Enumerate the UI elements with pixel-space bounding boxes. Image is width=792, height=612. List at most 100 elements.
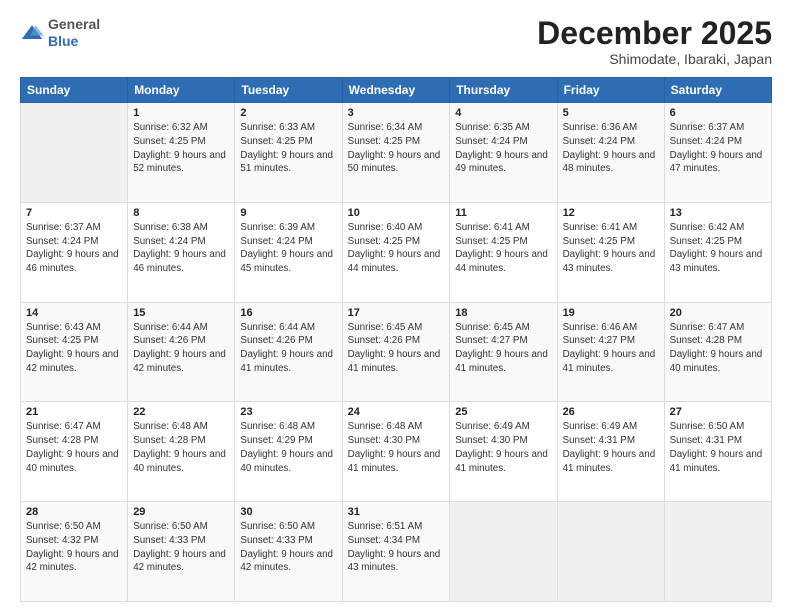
calendar-header-monday: Monday [128,78,235,103]
calendar-cell [664,502,771,602]
day-number: 13 [670,207,766,219]
calendar-cell: 20 Sunrise: 6:47 AMSunset: 4:28 PMDayligh… [664,302,771,402]
calendar-cell: 31 Sunrise: 6:51 AMSunset: 4:34 PMDayligh… [342,502,450,602]
calendar-cell: 15Sunrise: 6:44 AMSunset: 4:26 PMDayligh… [128,302,235,402]
day-info: Sunrise: 6:36 AMSunset: 4:24 PMDaylight:… [563,121,659,176]
calendar-header-friday: Friday [557,78,664,103]
day-number: 29 [133,506,229,518]
day-number: 1 [133,107,229,119]
calendar-cell: 10 Sunrise: 6:40 AMSunset: 4:25 PMDayligh… [342,202,450,302]
day-number: 22 [133,406,229,418]
day-number: 3 [348,107,445,119]
day-number: 20 [670,307,766,319]
calendar-cell: 3 Sunrise: 6:34 AMSunset: 4:25 PMDaylight… [342,103,450,203]
logo-icon [20,23,44,43]
day-info: Sunrise: 6:50 AMSunset: 4:32 PMDaylight:… [26,520,122,575]
calendar-cell: 30 Sunrise: 6:50 AMSunset: 4:33 PMDayligh… [235,502,342,602]
calendar-cell: 21 Sunrise: 6:47 AMSunset: 4:28 PMDayligh… [21,402,128,502]
calendar-cell: 9 Sunrise: 6:39 AMSunset: 4:24 PMDaylight… [235,202,342,302]
day-number: 31 [348,506,445,518]
calendar-cell: 19 Sunrise: 6:46 AMSunset: 4:27 PMDayligh… [557,302,664,402]
calendar-header-wednesday: Wednesday [342,78,450,103]
calendar-cell: 8 Sunrise: 6:38 AMSunset: 4:24 PMDaylight… [128,202,235,302]
calendar-cell [21,103,128,203]
day-number: 12 [563,207,659,219]
logo-blue: Blue [48,33,78,49]
header: General Blue December 2025 Shimodate, Ib… [20,16,772,67]
calendar-cell: 5 Sunrise: 6:36 AMSunset: 4:24 PMDaylight… [557,103,664,203]
day-number: 6 [670,107,766,119]
calendar-cell: 14Sunrise: 6:43 AMSunset: 4:25 PMDayligh… [21,302,128,402]
day-info: Sunrise: 6:40 AMSunset: 4:25 PMDaylight:… [348,221,445,276]
day-info: Sunrise: 6:50 AMSunset: 4:33 PMDaylight:… [240,520,336,575]
calendar-cell: 4 Sunrise: 6:35 AMSunset: 4:24 PMDaylight… [450,103,557,203]
calendar-cell: 25Sunrise: 6:49 AMSunset: 4:30 PMDayligh… [450,402,557,502]
calendar-cell: 7 Sunrise: 6:37 AMSunset: 4:24 PMDaylight… [21,202,128,302]
calendar-cell: 6 Sunrise: 6:37 AMSunset: 4:24 PMDaylight… [664,103,771,203]
calendar-cell: 27 Sunrise: 6:50 AMSunset: 4:31 PMDayligh… [664,402,771,502]
day-info: Sunrise: 6:48 AMSunset: 4:28 PMDaylight:… [133,420,229,475]
day-number: 18 [455,307,551,319]
calendar-cell [557,502,664,602]
day-number: 21 [26,406,122,418]
day-info: Sunrise: 6:51 AMSunset: 4:34 PMDaylight:… [348,520,445,575]
calendar-cell: 1Sunrise: 6:32 AMSunset: 4:25 PMDaylight… [128,103,235,203]
calendar-table: SundayMondayTuesdayWednesdayThursdayFrid… [20,77,772,602]
day-number: 27 [670,406,766,418]
calendar-cell: 18 Sunrise: 6:45 AMSunset: 4:27 PMDayligh… [450,302,557,402]
day-info: Sunrise: 6:34 AMSunset: 4:25 PMDaylight:… [348,121,445,176]
calendar-cell: 23Sunrise: 6:48 AMSunset: 4:29 PMDayligh… [235,402,342,502]
day-number: 19 [563,307,659,319]
day-number: 7 [26,207,122,219]
day-number: 10 [348,207,445,219]
calendar-cell: 24Sunrise: 6:48 AMSunset: 4:30 PMDayligh… [342,402,450,502]
day-info: Sunrise: 6:46 AMSunset: 4:27 PMDaylight:… [563,321,659,376]
calendar-title: December 2025 [537,16,772,51]
day-info: Sunrise: 6:45 AMSunset: 4:26 PMDaylight:… [348,321,445,376]
day-info: Sunrise: 6:37 AMSunset: 4:24 PMDaylight:… [26,221,122,276]
day-info: Sunrise: 6:33 AMSunset: 4:25 PMDaylight:… [240,121,336,176]
page: General Blue December 2025 Shimodate, Ib… [0,0,792,612]
day-info: Sunrise: 6:44 AMSunset: 4:26 PMDaylight:… [133,321,229,376]
calendar-week-row: 28Sunrise: 6:50 AMSunset: 4:32 PMDayligh… [21,502,772,602]
day-info: Sunrise: 6:45 AMSunset: 4:27 PMDaylight:… [455,321,551,376]
day-number: 16 [240,307,336,319]
calendar-cell: 29Sunrise: 6:50 AMSunset: 4:33 PMDayligh… [128,502,235,602]
day-number: 25 [455,406,551,418]
day-number: 4 [455,107,551,119]
calendar-header-row: SundayMondayTuesdayWednesdayThursdayFrid… [21,78,772,103]
calendar-cell: 22 Sunrise: 6:48 AMSunset: 4:28 PMDayligh… [128,402,235,502]
day-number: 17 [348,307,445,319]
calendar-cell: 17 Sunrise: 6:45 AMSunset: 4:26 PMDayligh… [342,302,450,402]
day-info: Sunrise: 6:49 AMSunset: 4:31 PMDaylight:… [563,420,659,475]
day-number: 9 [240,207,336,219]
day-number: 5 [563,107,659,119]
day-number: 8 [133,207,229,219]
day-info: Sunrise: 6:44 AMSunset: 4:26 PMDaylight:… [240,321,336,376]
calendar-location: Shimodate, Ibaraki, Japan [537,51,772,67]
day-info: Sunrise: 6:47 AMSunset: 4:28 PMDaylight:… [670,321,766,376]
calendar-header-saturday: Saturday [664,78,771,103]
calendar-cell: 26 Sunrise: 6:49 AMSunset: 4:31 PMDayligh… [557,402,664,502]
calendar-week-row: 7 Sunrise: 6:37 AMSunset: 4:24 PMDaylight… [21,202,772,302]
day-info: Sunrise: 6:50 AMSunset: 4:31 PMDaylight:… [670,420,766,475]
day-info: Sunrise: 6:38 AMSunset: 4:24 PMDaylight:… [133,221,229,276]
day-info: Sunrise: 6:35 AMSunset: 4:24 PMDaylight:… [455,121,551,176]
day-number: 30 [240,506,336,518]
day-info: Sunrise: 6:39 AMSunset: 4:24 PMDaylight:… [240,221,336,276]
day-number: 23 [240,406,336,418]
logo-text: General Blue [48,16,100,50]
calendar-cell: 2Sunrise: 6:33 AMSunset: 4:25 PMDaylight… [235,103,342,203]
calendar-cell [450,502,557,602]
logo: General Blue [20,16,100,50]
calendar-header-tuesday: Tuesday [235,78,342,103]
calendar-cell: 28Sunrise: 6:50 AMSunset: 4:32 PMDayligh… [21,502,128,602]
logo-general: General [48,16,100,32]
calendar-week-row: 14Sunrise: 6:43 AMSunset: 4:25 PMDayligh… [21,302,772,402]
day-number: 26 [563,406,659,418]
day-info: Sunrise: 6:47 AMSunset: 4:28 PMDaylight:… [26,420,122,475]
day-info: Sunrise: 6:37 AMSunset: 4:24 PMDaylight:… [670,121,766,176]
day-info: Sunrise: 6:41 AMSunset: 4:25 PMDaylight:… [455,221,551,276]
calendar-cell: 13 Sunrise: 6:42 AMSunset: 4:25 PMDayligh… [664,202,771,302]
day-info: Sunrise: 6:42 AMSunset: 4:25 PMDaylight:… [670,221,766,276]
